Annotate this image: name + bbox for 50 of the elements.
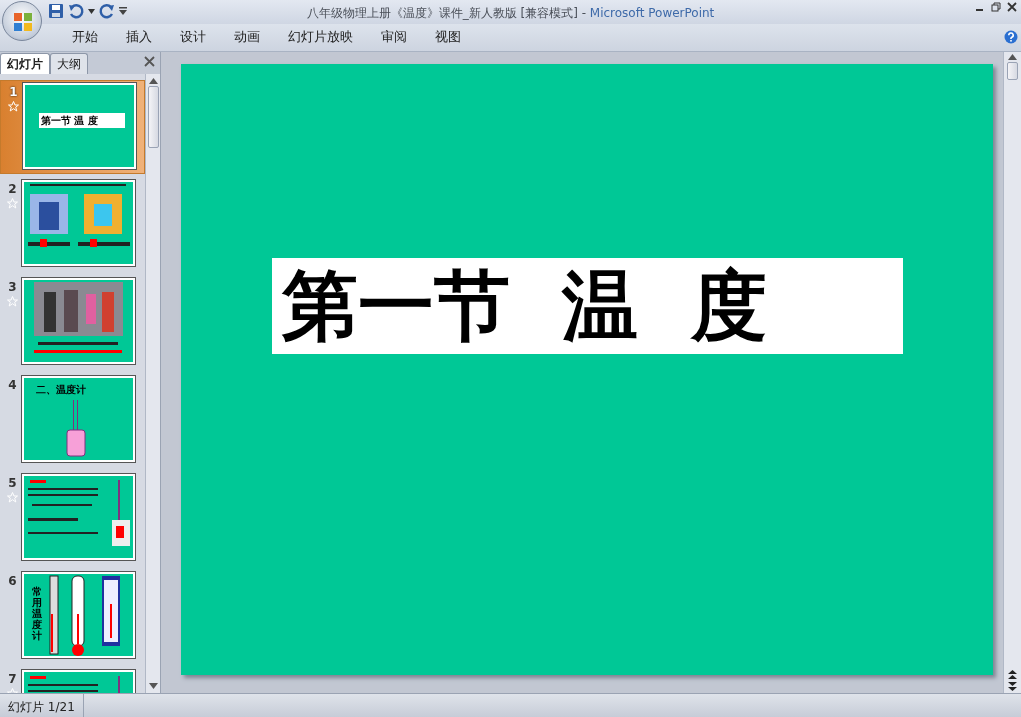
thumbnail-title: 常用温度计 (32, 586, 42, 641)
slide-thumbnail[interactable]: 第一节 温 度 (23, 83, 136, 169)
window-title: 八年级物理上册《温度》课件_新人教版 [兼容模式] - Microsoft PowerPoint (306, 6, 715, 20)
undo-icon[interactable] (68, 3, 84, 19)
slide-thumbnail-row[interactable]: 2 (0, 178, 145, 272)
slide-thumbnail-row[interactable]: 7 (0, 668, 145, 693)
thumbnail-title: 二、温度计 (36, 383, 86, 397)
slide-thumbnail-row[interactable]: 5 (0, 472, 145, 566)
slide-thumbnail-row[interactable]: 3 (0, 276, 145, 370)
next-slide-icon[interactable] (1008, 682, 1017, 691)
slide-number: 1 (9, 84, 18, 101)
save-icon[interactable] (48, 3, 64, 19)
scroll-up-arrow-icon[interactable] (1008, 54, 1017, 60)
slide-number: 6 (8, 573, 17, 590)
office-button[interactable] (2, 1, 42, 41)
panel-tab[interactable]: 幻灯片 (0, 53, 50, 74)
slide-thumbnail-row[interactable]: 6 常用温度计 (0, 570, 145, 664)
scrollbar-thumb[interactable] (1007, 62, 1018, 80)
ribbon-tab[interactable]: 审阅 (367, 28, 421, 47)
slide-thumbnail-row[interactable]: 4 二、温度计 (0, 374, 145, 468)
ribbon-tab[interactable]: 开始 (58, 28, 112, 47)
ribbon-tab[interactable]: 设计 (166, 28, 220, 47)
slide-number: 3 (8, 279, 17, 296)
slide-counter: 幻灯片 1/21 (0, 694, 84, 717)
slide-thumbnail[interactable]: 常用温度计 (22, 572, 135, 658)
thumbnail-title: 第一节 温 度 (39, 113, 125, 128)
scroll-down-arrow-icon[interactable] (148, 683, 158, 689)
ribbon-tab[interactable]: 插入 (112, 28, 166, 47)
scroll-up-arrow-icon[interactable] (148, 78, 158, 84)
scrollbar-thumb[interactable] (147, 86, 159, 148)
customize-toolbar-icon[interactable] (119, 7, 127, 15)
previous-slide-icon[interactable] (1008, 670, 1017, 679)
slide-number: 2 (8, 181, 17, 198)
dropdown-caret-icon[interactable] (88, 8, 95, 14)
slide-thumbnail-row[interactable]: 1 第一节 温 度 (0, 80, 145, 174)
help-icon[interactable] (1004, 30, 1018, 44)
close-icon[interactable] (144, 56, 155, 67)
ribbon-tab[interactable]: 视图 (421, 28, 475, 47)
ribbon-tab[interactable]: 幻灯片放映 (274, 28, 367, 47)
slide-number: 7 (8, 671, 17, 688)
slide-number: 5 (8, 475, 17, 492)
close-icon[interactable] (1007, 2, 1017, 12)
slide-title: 第一节 温 度 (271, 258, 903, 354)
ribbon-tab[interactable]: 动画 (220, 28, 274, 47)
redo-icon[interactable] (99, 3, 115, 19)
slide-number: 4 (8, 377, 17, 394)
slide-thumbnail[interactable]: 二、温度计 (22, 376, 135, 462)
panel-tab[interactable]: 大纲 (50, 53, 88, 74)
flask-drawing (66, 399, 86, 457)
restore-icon[interactable] (991, 2, 1001, 12)
